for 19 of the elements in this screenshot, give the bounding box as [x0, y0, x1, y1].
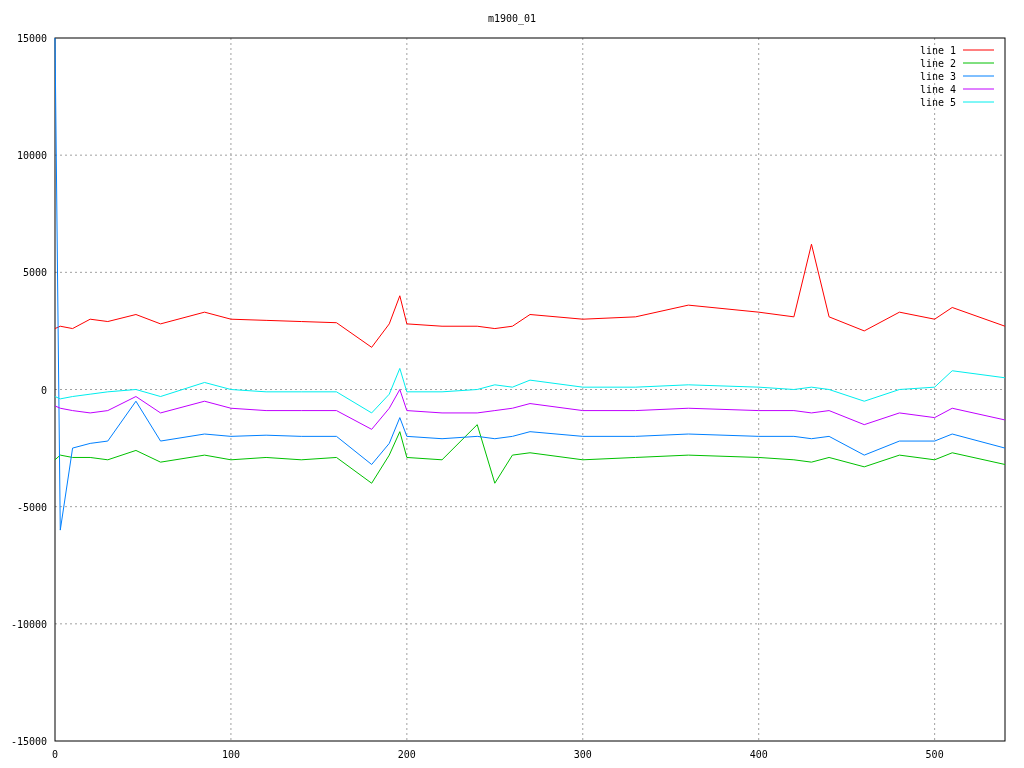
legend-label: line 1	[919, 45, 956, 56]
y-tick-label: -5000	[16, 501, 47, 513]
x-tick-label: 100	[221, 749, 240, 760]
x-tick-label: 400	[749, 749, 768, 760]
y-tick-label: 0	[40, 384, 47, 396]
y-tick-label: -10000	[10, 618, 47, 630]
y-tick-label: 10000	[16, 150, 47, 162]
x-tick-label: 500	[925, 749, 944, 760]
x-tick-label: 300	[573, 749, 592, 760]
legend-label: line 3	[919, 71, 956, 82]
legend-label: line 5	[919, 97, 956, 108]
y-tick-label: -15000	[10, 736, 47, 747]
y-tick-label: 15000	[16, 33, 47, 44]
y-tick-label: 5000	[22, 267, 47, 279]
chart-title: m1900_01	[487, 13, 537, 24]
legend-label: line 2	[919, 58, 956, 69]
legend-label: line 4	[919, 84, 956, 95]
x-tick-label: 200	[397, 749, 416, 760]
x-tick-label: 0	[52, 749, 58, 760]
